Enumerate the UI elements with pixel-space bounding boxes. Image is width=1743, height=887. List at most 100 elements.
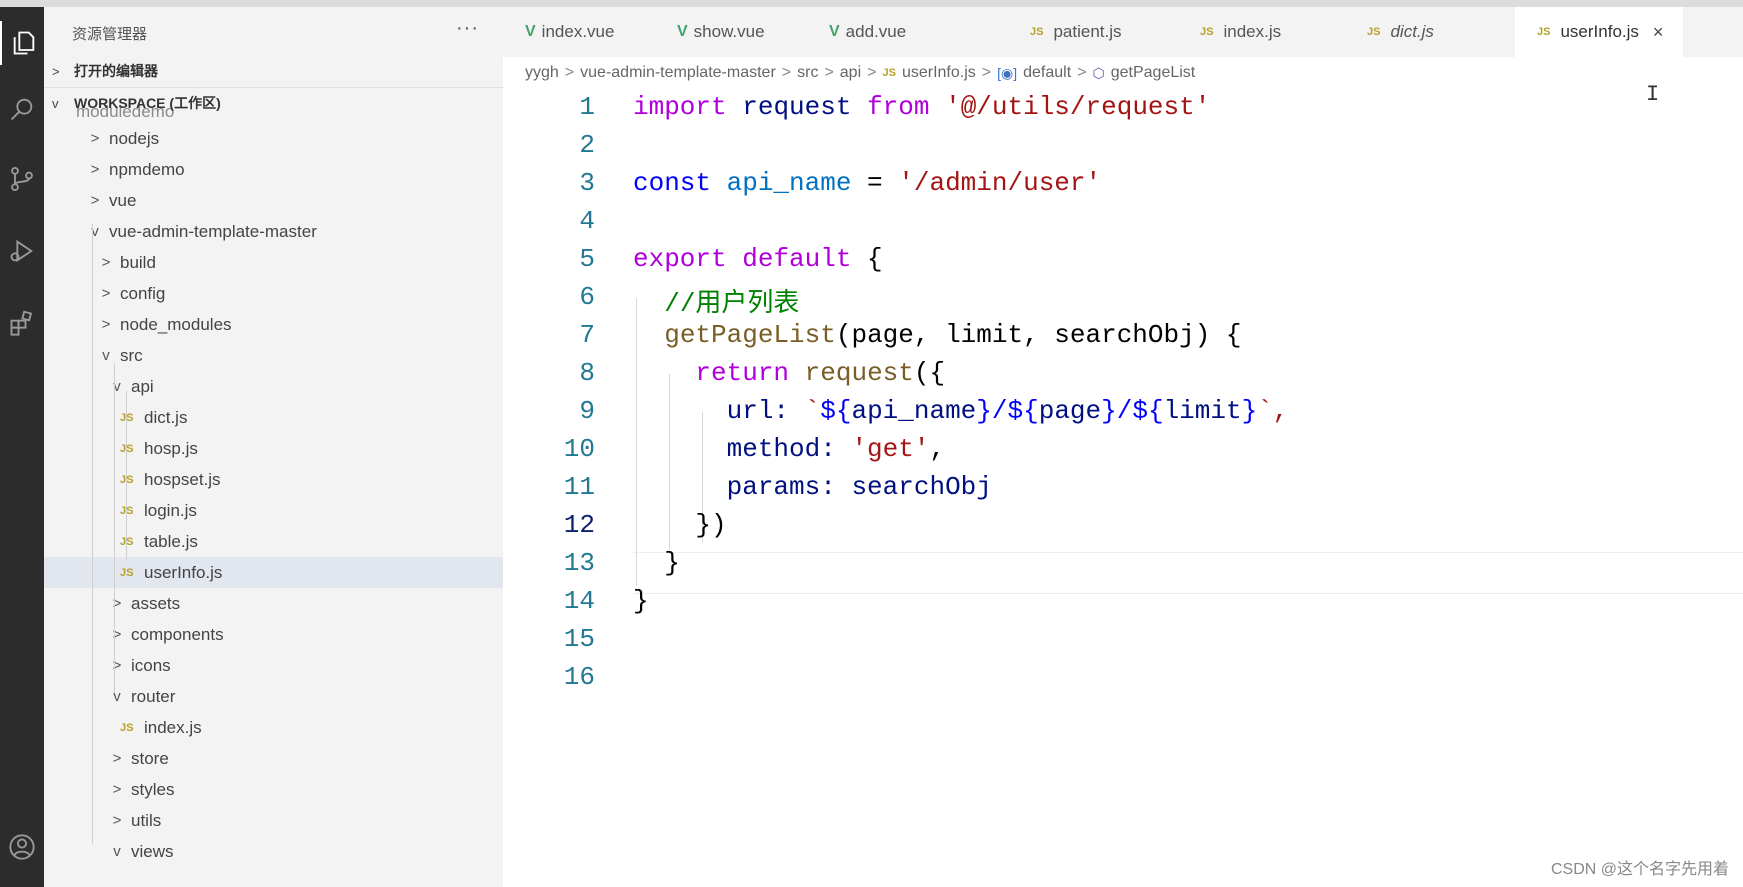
line-number: 13 (563, 548, 595, 578)
tree-item-label: index.js (144, 717, 202, 737)
line-number: 3 (579, 168, 595, 198)
line-number: 12 (563, 510, 595, 540)
search-icon[interactable] (0, 87, 44, 131)
tree-item-partial[interactable]: moduledemo (44, 105, 503, 119)
tree-item[interactable]: v router (44, 681, 503, 712)
breadcrumb-item[interactable]: userInfo.js (902, 64, 976, 82)
extensions-icon[interactable] (0, 301, 44, 345)
breadcrumb-separator: > (824, 64, 834, 81)
breadcrumb-separator: > (1077, 64, 1087, 81)
js-file-icon: JS (882, 67, 896, 79)
explorer-sidebar: 资源管理器 ··· > 打开的编辑器 v WORKSPACE (工作区) mod… (44, 7, 503, 887)
tree-item[interactable]: > npmdemo (44, 154, 503, 185)
breadcrumb-separator: > (981, 64, 992, 81)
close-icon[interactable]: × (1653, 22, 1664, 43)
chevron-right-icon: > (101, 254, 111, 271)
tree-item[interactable]: > styles (44, 774, 503, 805)
line-number: 2 (579, 130, 595, 160)
tree-item-label: src (120, 345, 143, 365)
tree-item-label: hosp.js (144, 438, 198, 458)
tree-item[interactable]: > config (44, 278, 503, 309)
tree-item[interactable]: JS dict.js (44, 402, 503, 433)
tree-item[interactable]: v vue-admin-template-master (44, 216, 503, 247)
source-control-icon[interactable] (0, 157, 44, 201)
tab-userinfo-js[interactable]: JS userInfo.js × (1515, 7, 1683, 57)
tree-item[interactable]: JS userInfo.js (44, 557, 503, 588)
tree-item[interactable]: JS login.js (44, 495, 503, 526)
sidebar-title: 资源管理器 (72, 26, 148, 43)
tree-item[interactable]: > build (44, 247, 503, 278)
breadcrumb: yygh > vue-admin-template-master > src >… (525, 60, 1195, 86)
tree-indent-guide (92, 224, 93, 844)
variable-icon: [◉] (997, 64, 1018, 81)
tab-dict-js[interactable]: JS dict.js (1367, 7, 1434, 57)
tree-item[interactable]: > nodejs (44, 123, 503, 154)
line-number: 15 (563, 624, 595, 654)
tab-index-js[interactable]: JS index.js (1200, 7, 1281, 57)
tree-item[interactable]: > store (44, 743, 503, 774)
line-number: 11 (563, 472, 595, 502)
tree-item-label: userInfo.js (144, 562, 223, 582)
code-editor[interactable]: 1 2 3 4 5 6 7 8 9 10 11 12 13 14 15 16 import request f… (503, 90, 1743, 887)
js-file-icon: JS (120, 536, 136, 548)
code-line-3: const api_name = '/admin/user' (633, 168, 1102, 198)
line-number: 1 (579, 92, 595, 122)
vue-file-icon: V (677, 23, 688, 40)
line-number: 9 (579, 396, 595, 426)
code-line-11: params: searchObj (726, 472, 992, 502)
breadcrumb-item[interactable]: getPageList (1111, 64, 1196, 82)
breadcrumb-item[interactable]: yygh (525, 64, 559, 82)
more-actions-icon[interactable]: ··· (456, 17, 479, 40)
breadcrumb-item[interactable]: api (840, 64, 861, 82)
code-line-1: import request from '@/utils/request' (633, 92, 1211, 122)
tree-item[interactable]: > utils (44, 805, 503, 836)
tree-item[interactable]: > node_modules (44, 309, 503, 340)
tab-add-vue[interactable]: V add.vue (829, 7, 906, 57)
tree-item-label: nodejs (109, 128, 160, 148)
line-number: 5 (579, 244, 595, 274)
editor-tabs: V index.vue V show.vue V add.vue JS pati… (503, 7, 1743, 57)
tab-patient-js[interactable]: JS patient.js (1030, 7, 1122, 57)
chevron-down-icon: v (113, 688, 121, 705)
code-line-12: }) (695, 510, 727, 540)
account-icon[interactable] (0, 825, 44, 869)
tree-item[interactable]: JS table.js (44, 526, 503, 557)
chevron-right-icon: > (101, 316, 111, 333)
breadcrumb-item[interactable]: vue-admin-template-master (580, 64, 776, 82)
explorer-icon[interactable] (0, 21, 46, 65)
tree-item[interactable]: v views (44, 836, 503, 867)
vue-file-icon: V (525, 23, 536, 40)
tree-item-label: node_modules (120, 314, 232, 334)
tab-index-vue[interactable]: V index.vue (525, 7, 614, 57)
breadcrumb-separator: > (867, 64, 877, 81)
tree-item[interactable]: > vue (44, 185, 503, 216)
js-file-icon: JS (120, 412, 136, 424)
tree-item[interactable]: v api (44, 371, 503, 402)
tree-item[interactable]: JS index.js (44, 712, 503, 743)
js-file-icon: JS (120, 566, 134, 579)
chevron-right-icon: > (112, 781, 122, 798)
tab-show-vue[interactable]: V show.vue (677, 7, 765, 57)
breadcrumb-separator: > (781, 64, 792, 81)
chevron-down-icon: v (113, 843, 121, 860)
js-file-icon: JS (120, 474, 136, 486)
open-editors-section[interactable]: > 打开的编辑器 (44, 57, 503, 85)
tree-item[interactable]: > assets (44, 588, 503, 619)
tree-item[interactable]: JS hosp.js (44, 433, 503, 464)
open-editors-label: 打开的编辑器 (74, 63, 158, 79)
tree-item[interactable]: v src (44, 340, 503, 371)
chevron-down-icon: v (102, 347, 110, 364)
breadcrumb-item[interactable]: default (1023, 64, 1071, 82)
breadcrumb-item[interactable]: src (797, 64, 818, 82)
text-cursor-icon: I (1646, 82, 1660, 107)
tree-item-label: dict.js (144, 407, 188, 427)
tree-item-label: api (131, 376, 154, 396)
tree-item[interactable]: JS hospset.js (44, 464, 503, 495)
tree-item-label: router (131, 686, 176, 706)
js-file-icon: JS (120, 505, 136, 517)
run-debug-icon[interactable] (0, 229, 44, 273)
tree-item[interactable]: > icons (44, 650, 503, 681)
tree-item[interactable]: > components (44, 619, 503, 650)
tree-item-label: vue-admin-template-master (109, 221, 317, 241)
line-number: 4 (579, 206, 595, 236)
